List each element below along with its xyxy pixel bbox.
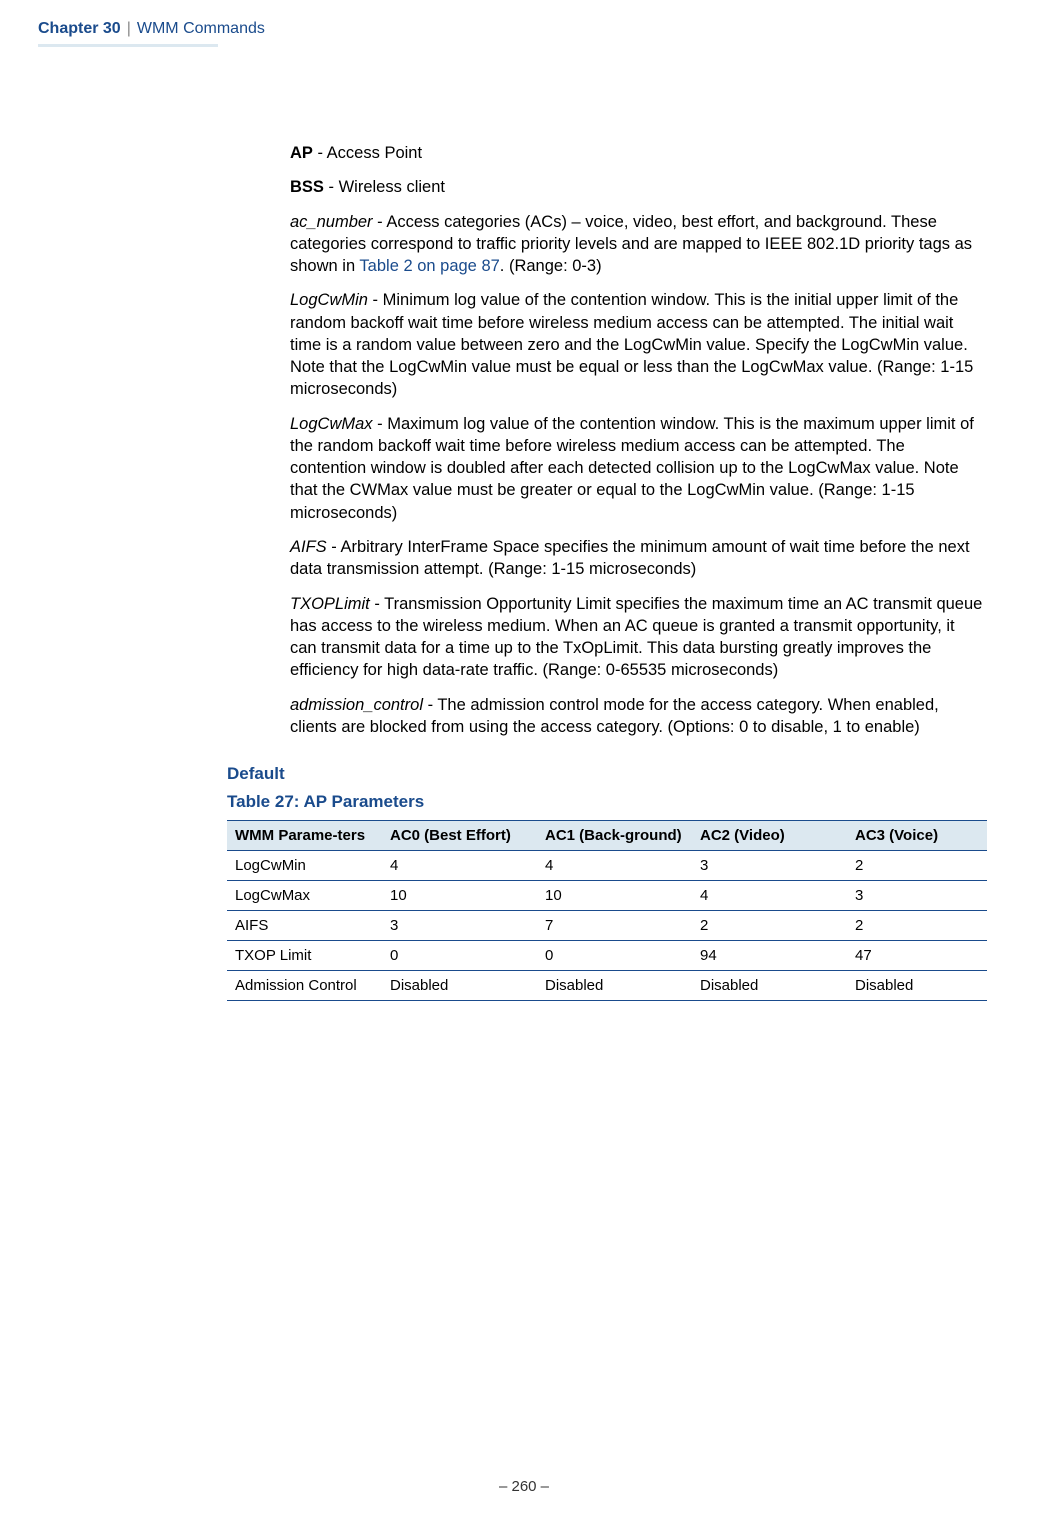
chapter-label: Chapter 30: [38, 20, 121, 38]
table-row: AIFS 3 7 2 2: [227, 911, 987, 941]
adm-term: admission_control: [290, 696, 423, 714]
page-number: – 260 –: [0, 1478, 1048, 1495]
table-header: AC3 (Voice): [847, 821, 987, 851]
table-cell: 47: [847, 941, 987, 971]
section-title: WMM Commands: [137, 20, 265, 38]
table-caption: Table 27: AP Parameters: [227, 792, 1048, 812]
table-cell: 4: [692, 881, 847, 911]
table-cell: Admission Control: [227, 971, 382, 1001]
header-underline: [38, 44, 218, 47]
ac-number-desc-2: . (Range: 0-3): [500, 257, 602, 275]
aifs-term: AIFS: [290, 538, 327, 556]
table-cell: 3: [692, 851, 847, 881]
aifs-definition: AIFS - Arbitrary InterFrame Space specif…: [290, 536, 983, 581]
header-divider: |: [127, 20, 131, 38]
page-header: Chapter 30 | WMM Commands: [0, 0, 1048, 38]
bss-term: BSS: [290, 178, 324, 196]
table-cell: 2: [847, 911, 987, 941]
table-cell: 0: [382, 941, 537, 971]
table-cell: 10: [537, 881, 692, 911]
table-cell: TXOP Limit: [227, 941, 382, 971]
table-cell: 3: [382, 911, 537, 941]
table-cell: AIFS: [227, 911, 382, 941]
txop-desc: - Transmission Opportunity Limit specifi…: [290, 595, 982, 680]
txop-definition: TXOPLimit - Transmission Opportunity Lim…: [290, 593, 983, 682]
table-row: LogCwMax 10 10 4 3: [227, 881, 987, 911]
admission-control-definition: admission_control - The admission contro…: [290, 694, 983, 739]
table-cell: Disabled: [537, 971, 692, 1001]
ap-term: AP: [290, 144, 313, 162]
logcwmin-desc: - Minimum log value of the contention wi…: [290, 291, 973, 398]
table-cell: 2: [847, 851, 987, 881]
table-cell: 2: [692, 911, 847, 941]
txop-term: TXOPLimit: [290, 595, 370, 613]
table-cell: 7: [537, 911, 692, 941]
table-cell: 3: [847, 881, 987, 911]
table-cell: LogCwMax: [227, 881, 382, 911]
table-cell: 0: [537, 941, 692, 971]
table-header-row: WMM Parame-ters AC0 (Best Effort) AC1 (B…: [227, 821, 987, 851]
logcwmax-term: LogCwMax: [290, 415, 373, 433]
logcwmin-term: LogCwMin: [290, 291, 368, 309]
ap-definition: AP - Access Point: [290, 142, 983, 164]
table-cell: 4: [537, 851, 692, 881]
table-row: TXOP Limit 0 0 94 47: [227, 941, 987, 971]
ac-number-term: ac_number: [290, 213, 373, 231]
table-cell: 10: [382, 881, 537, 911]
logcwmin-definition: LogCwMin - Minimum log value of the cont…: [290, 289, 983, 400]
table-row: Admission Control Disabled Disabled Disa…: [227, 971, 987, 1001]
table-cell: 94: [692, 941, 847, 971]
table-header: WMM Parame-ters: [227, 821, 382, 851]
main-content: AP - Access Point BSS - Wireless client …: [290, 142, 983, 738]
table-link[interactable]: Table 2 on page 87: [359, 257, 499, 275]
table-header: AC1 (Back-ground): [537, 821, 692, 851]
table-cell: Disabled: [847, 971, 987, 1001]
ac-number-definition: ac_number - Access categories (ACs) – vo…: [290, 211, 983, 278]
bss-desc: - Wireless client: [324, 178, 445, 196]
table-cell: 4: [382, 851, 537, 881]
table-cell: Disabled: [692, 971, 847, 1001]
default-heading: Default: [227, 764, 1048, 784]
table-cell: Disabled: [382, 971, 537, 1001]
logcwmax-definition: LogCwMax - Maximum log value of the cont…: [290, 413, 983, 524]
table-header: AC0 (Best Effort): [382, 821, 537, 851]
table-cell: LogCwMin: [227, 851, 382, 881]
logcwmax-desc: - Maximum log value of the contention wi…: [290, 415, 974, 522]
table-header: AC2 (Video): [692, 821, 847, 851]
table-row: LogCwMin 4 4 3 2: [227, 851, 987, 881]
aifs-desc: - Arbitrary InterFrame Space specifies t…: [290, 538, 970, 578]
bss-definition: BSS - Wireless client: [290, 176, 983, 198]
ap-desc: - Access Point: [313, 144, 422, 162]
ap-parameters-table: WMM Parame-ters AC0 (Best Effort) AC1 (B…: [227, 820, 987, 1001]
